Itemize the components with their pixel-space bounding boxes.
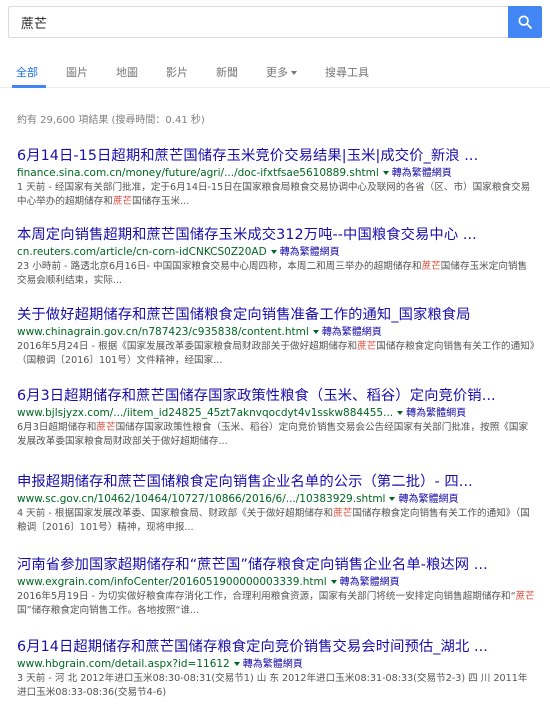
snippet-text: 23 小時前 - 路透北京6月16日- 中国国家粮食交易中心周四称，本周二和周三… [17,261,422,272]
active-tab-indicator [12,85,46,88]
result-url-text: cn.reuters.com/article/cn-corn-idCNKCS0Z… [17,246,267,258]
snippet-text: 国储存玉米... [132,196,190,207]
tab-images[interactable]: 圖片 [66,64,88,80]
result-url: www.chinagrain.gov.cn/n787423/c935838/co… [17,325,537,340]
snippet-highlight: 蔗芒 [333,508,353,519]
translate-link[interactable]: 轉為繁體網頁 [406,408,466,419]
translate-link[interactable]: 轉為繁體網頁 [322,327,382,338]
translate-link[interactable]: 轉為繁體網頁 [243,659,303,670]
search-result: 河南省参加国家超期储存和“蔗芒国”储存粮食定向销售企业名单-粮达网 ... ww… [17,556,537,618]
result-title-link[interactable]: 本周定向销售超期和蔗芒国储存玉米成交312万吨--中国粮食交易中心 ... [17,226,537,244]
chevron-down-icon [291,71,297,75]
result-snippet: 23 小時前 - 路透北京6月16日- 中国国家粮食交易中心周四称，本周二和周三… [17,260,535,288]
url-dropdown-icon[interactable] [330,579,337,584]
search-result: 关于做好超期储存和蔗芒国储粮食定向销售准备工作的通知_国家粮食局 www.chi… [17,306,537,368]
url-dropdown-icon[interactable] [389,496,396,501]
top-bar: 蔗芒 [0,0,550,44]
translate-link[interactable]: 轉為繁體網頁 [340,577,400,588]
result-snippet: 3 天前 - 河 北 2012年进口玉米08:30-08:31(交易节1) 山 … [17,672,535,700]
snippet-highlight: 蔗芒 [515,591,535,602]
tab-search-tools[interactable]: 搜尋工具 [325,64,369,80]
result-url: finance.sina.com.cn/money/future/agri/..… [17,166,537,181]
search-icon [518,15,532,29]
snippet-text: 2016年5月19日 - 为切实做好粮食库存消化工作，合理利用粮食资源，国家有关… [17,591,516,602]
search-query[interactable]: 蔗芒 [21,13,47,32]
snippet-text: 2016年5月24日 - 根据《国家发展改革委国家粮食局财政部关于做好超期储存和 [17,341,358,352]
result-url-text: www.chinagrain.gov.cn/n787423/c935838/co… [17,326,309,338]
result-snippet: 4 天前 - 根据国家发展改革委、国家粮食局、财政部《关于做好超期储存和蔗芒国储… [17,507,535,535]
result-url: www.sc.gov.cn/10462/10464/10727/10866/20… [17,492,537,507]
snippet-text: 国”储存粮食定向销售工作。各地按照“谁... [17,605,200,616]
result-stats: 約有 29,600 項結果 (搜尋時間：0.41 秒) [17,115,205,126]
result-snippet: 2016年5月24日 - 根据《国家发展改革委国家粮食局财政部关于做好超期储存和… [17,340,535,368]
result-title-link[interactable]: 河南省参加国家超期储存和“蔗芒国”储存粮食定向销售企业名单-粮达网 ... [17,556,537,574]
search-tabs: 全部 圖片 地圖 影片 新聞 更多 搜尋工具 [0,56,550,88]
search-button[interactable] [508,6,542,38]
url-dropdown-icon[interactable] [397,410,404,415]
url-dropdown-icon[interactable] [233,661,240,666]
result-snippet: 6月3日超期储存和蔗芒国储存国家政策性粮食（玉米、稻谷）定向竞价销售交易会公告经… [17,421,535,449]
result-snippet: 2016年5月19日 - 为切实做好粮食库存消化工作，合理利用粮食资源，国家有关… [17,590,535,618]
translate-link[interactable]: 轉為繁體網頁 [392,168,452,179]
result-title-link[interactable]: 申报超期储存和蔗芒国储粮食定向销售企业名单的公示（第二批）- 四... [17,473,537,491]
result-url-text: www.bjlsjyzx.com/.../iitem_id24825_45zt7… [17,407,394,419]
snippet-highlight: 蔗芒 [112,196,133,207]
result-title-link[interactable]: 6月14日-15日超期和蔗芒国储存玉米竞价交易结果|玉米|成交价_新浪 ... [17,147,537,165]
search-result: 6月14日-15日超期和蔗芒国储存玉米竞价交易结果|玉米|成交价_新浪 ... … [17,147,537,209]
url-dropdown-icon[interactable] [312,329,319,334]
snippet-text: 6月3日超期储存和 [17,422,97,433]
snippet-highlight: 蔗芒 [421,261,441,272]
snippet-text: 1 天前 - 经国家有关部门批准，定于6月14日-15日在国家粮食局粮食交易协调… [17,182,531,207]
result-url-text: www.hbgrain.com/detail.aspx?id=11612 [17,658,230,670]
translate-link[interactable]: 轉為繁體網頁 [280,247,340,258]
result-url-text: www.sc.gov.cn/10462/10464/10727/10866/20… [17,493,386,505]
search-result: 6月3日超期储存和蔗芒国储存国家政策性粮食（玉米、稻谷）定向竞价销... www… [17,387,537,449]
search-result: 申报超期储存和蔗芒国储粮食定向销售企业名单的公示（第二批）- 四... www.… [17,473,537,535]
tab-maps[interactable]: 地圖 [116,64,138,80]
search-input[interactable]: 蔗芒 [8,6,508,38]
snippet-highlight: 蔗芒 [96,422,116,433]
result-snippet: 1 天前 - 经国家有关部门批准，定于6月14日-15日在国家粮食局粮食交易协调… [17,181,535,209]
result-url: www.bjlsjyzx.com/.../iitem_id24825_45zt7… [17,406,537,421]
tab-news[interactable]: 新聞 [216,64,238,80]
result-title-link[interactable]: 6月3日超期储存和蔗芒国储存国家政策性粮食（玉米、稻谷）定向竞价销... [17,387,537,405]
result-title-link[interactable]: 关于做好超期储存和蔗芒国储粮食定向销售准备工作的通知_国家粮食局 [17,306,537,324]
search-result: 6月14日超期储存和蔗芒国储存粮食定向竞价销售交易会时间预估_湖北 ... ww… [17,638,537,700]
tab-all[interactable]: 全部 [16,64,38,80]
snippet-text: 4 天前 - 根据国家发展改革委、国家粮食局、财政部《关于做好超期储存和 [17,508,334,519]
snippet-highlight: 蔗芒 [357,341,377,352]
tab-more-label: 更多 [266,66,288,79]
snippet-text: 3 天前 - 河 北 2012年进口玉米08:30-08:31(交易节1) 山 … [17,673,528,698]
translate-link[interactable]: 轉為繁體網頁 [398,494,458,505]
result-url: www.exgrain.com/infoCenter/2016051900000… [17,575,537,590]
result-url: cn.reuters.com/article/cn-corn-idCNKCS0Z… [17,245,537,260]
result-url-text: finance.sina.com.cn/money/future/agri/..… [17,167,379,179]
tab-videos[interactable]: 影片 [166,64,188,80]
result-url-text: www.exgrain.com/infoCenter/2016051900000… [17,576,327,588]
url-dropdown-icon[interactable] [270,249,277,254]
tab-more[interactable]: 更多 [266,64,297,80]
url-dropdown-icon[interactable] [382,170,389,175]
result-title-link[interactable]: 6月14日超期储存和蔗芒国储存粮食定向竞价销售交易会时间预估_湖北 ... [17,638,537,656]
search-result: 本周定向销售超期和蔗芒国储存玉米成交312万吨--中国粮食交易中心 ... cn… [17,226,537,288]
result-url: www.hbgrain.com/detail.aspx?id=11612 轉為繁體… [17,657,537,672]
